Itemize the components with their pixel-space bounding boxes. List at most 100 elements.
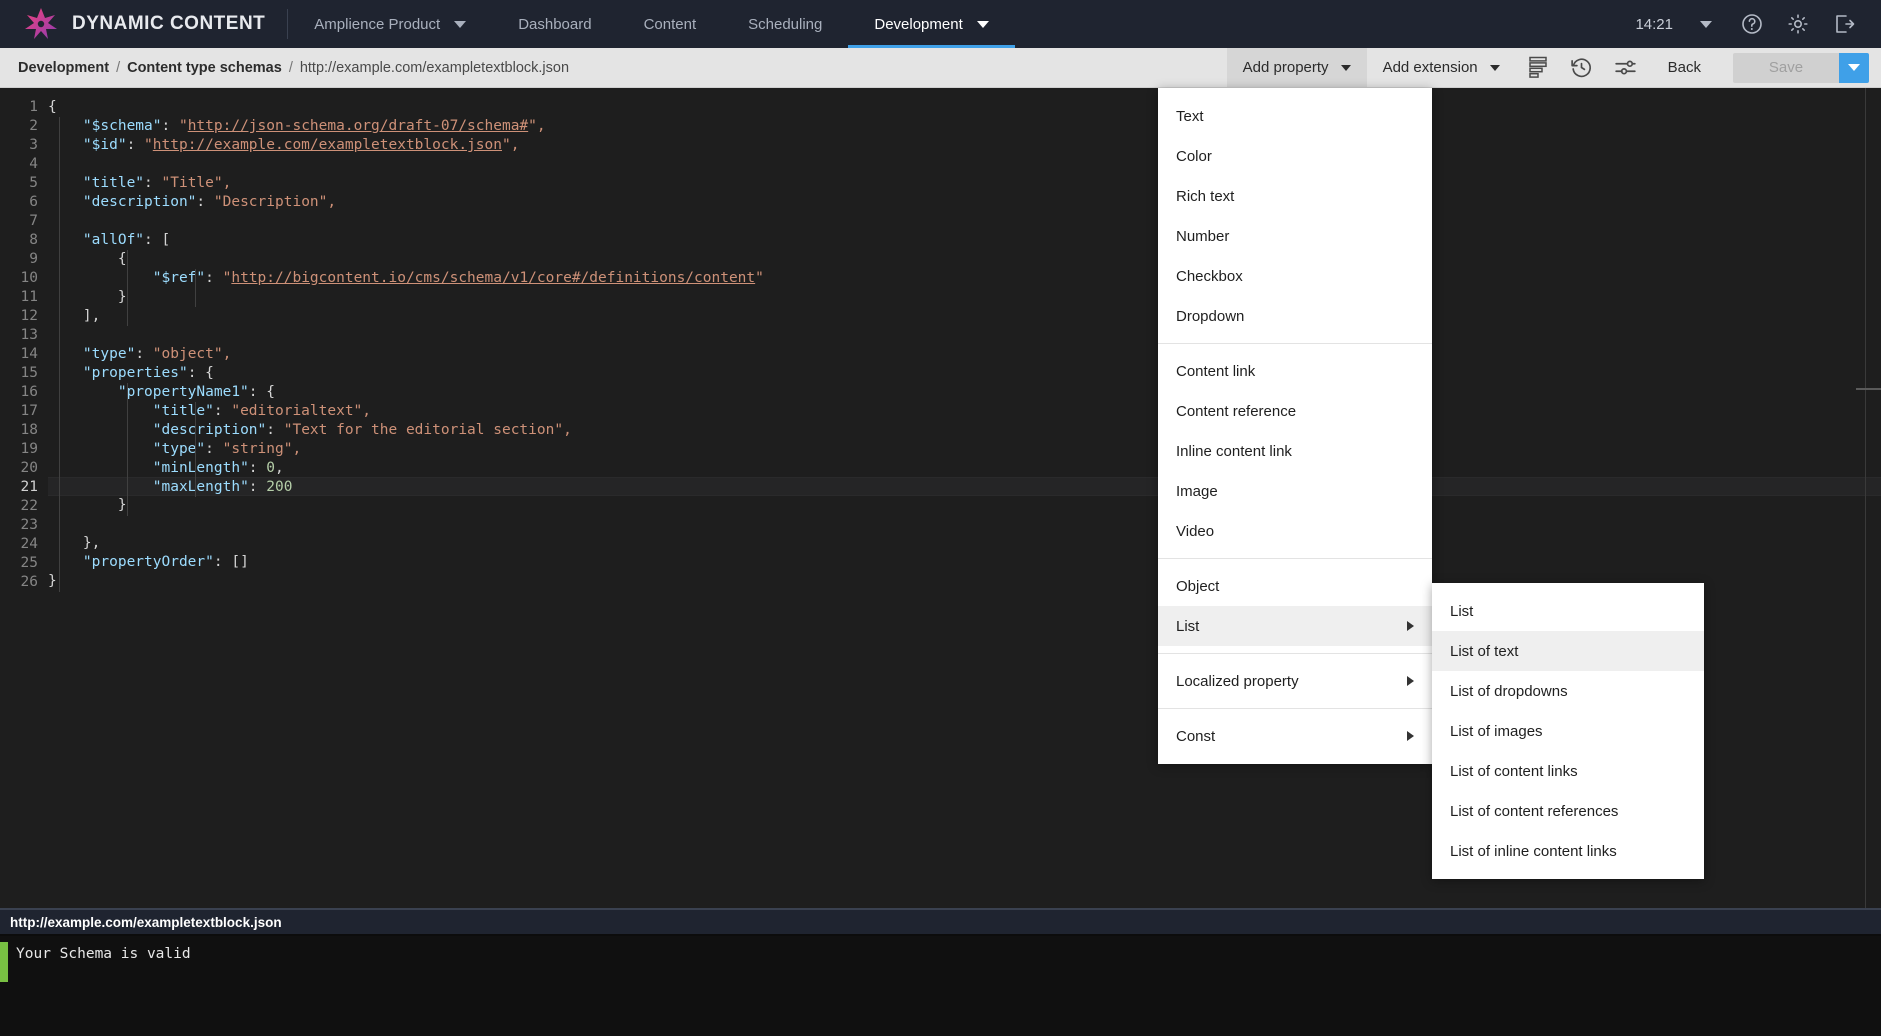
menu-item-rich-text[interactable]: Rich text [1158, 176, 1432, 216]
menu-item-checkbox[interactable]: Checkbox [1158, 256, 1432, 296]
add-property-button[interactable]: Add property [1226, 48, 1367, 87]
menu-item-text[interactable]: Text [1158, 96, 1432, 136]
help-button[interactable] [1729, 0, 1775, 48]
code-token: " [144, 137, 153, 153]
code-token: "minLength" [152, 460, 249, 476]
code-line[interactable]: ], [48, 307, 1881, 326]
editor-settings-button[interactable] [1604, 48, 1648, 87]
code-token: "$ref" [152, 270, 206, 286]
code-line[interactable]: "minLength": 0, [48, 459, 1881, 478]
settings-sliders-icon [1615, 60, 1636, 75]
code-token: : [248, 460, 267, 476]
code-token: http://example.com/exampletextblock.json [152, 137, 502, 153]
menu-item-label: Content reference [1176, 402, 1297, 420]
menu-item-localized-property[interactable]: Localized property [1158, 661, 1432, 701]
list-submenu[interactable]: List List of text List of dropdowns List of… [1432, 583, 1704, 879]
logout-button[interactable] [1821, 0, 1867, 48]
code-line[interactable]: "type": "string", [48, 440, 1881, 459]
brand: DYNAMIC CONTENT [0, 0, 287, 48]
menu-item-content-reference[interactable]: Content reference [1158, 391, 1432, 431]
code-token: " [755, 270, 764, 286]
code-line[interactable]: "$schema": "http://json-schema.org/draft… [48, 117, 1881, 136]
code-line[interactable] [48, 515, 1881, 534]
code-line[interactable]: "propertyOrder": [] [48, 553, 1881, 572]
code-line[interactable]: { [48, 250, 1881, 269]
code-line[interactable]: "properties": { [48, 364, 1881, 383]
menu-item-dropdown[interactable]: Dropdown [1158, 296, 1432, 336]
code-line[interactable] [48, 212, 1881, 231]
nav-item-development[interactable]: Development [848, 0, 1016, 48]
code-line[interactable] [48, 155, 1881, 174]
menu-item-image[interactable]: Image [1158, 471, 1432, 511]
line-number: 24 [20, 536, 38, 552]
code-line[interactable]: "title": "Title", [48, 174, 1881, 193]
code-line[interactable]: } [48, 496, 1881, 515]
nav-item-scheduling[interactable]: Scheduling [722, 0, 848, 48]
breadcrumb-item-content-type-schemas[interactable]: Content type schemas [127, 60, 282, 76]
menu-item-label: Text [1176, 107, 1204, 125]
settings-button[interactable] [1775, 0, 1821, 48]
code-line[interactable]: }, [48, 534, 1881, 553]
menu-item-number[interactable]: Number [1158, 216, 1432, 256]
format-lines-button[interactable] [1516, 48, 1560, 87]
editor-scroll-marker[interactable] [1856, 388, 1881, 390]
format-lines-icon [1528, 56, 1547, 78]
code-token: : [144, 175, 162, 191]
code-line[interactable]: "$id": "http://example.com/exampletextbl… [48, 136, 1881, 155]
line-number: 26 [20, 574, 38, 590]
add-extension-button[interactable]: Add extension [1367, 48, 1516, 87]
submenu-item-list-of-content-references[interactable]: List of content references [1432, 791, 1704, 831]
indent-guide [127, 383, 128, 516]
code-line[interactable]: "title": "editorialtext", [48, 402, 1881, 421]
menu-item-label: Object [1176, 577, 1220, 595]
code-line[interactable]: "propertyName1": { [48, 383, 1881, 402]
menu-item-content-link[interactable]: Content link [1158, 351, 1432, 391]
breadcrumb-item-development[interactable]: Development [18, 60, 109, 76]
code-token: 200 [266, 479, 293, 495]
code-line[interactable]: "description": "Description", [48, 193, 1881, 212]
menu-item-inline-content-link[interactable]: Inline content link [1158, 431, 1432, 471]
submenu-item-list-of-text[interactable]: List of text [1432, 631, 1704, 671]
menu-item-color[interactable]: Color [1158, 136, 1432, 176]
chevron-down-icon [976, 20, 989, 28]
code-line[interactable]: "$ref": "http://bigcontent.io/cms/schema… [48, 269, 1881, 288]
code-line[interactable]: { [48, 98, 1881, 117]
history-button[interactable] [1560, 48, 1604, 87]
save-dropdown-button[interactable] [1839, 52, 1869, 83]
code-line[interactable]: } [48, 288, 1881, 307]
code-line[interactable]: "description": "Text for the editorial s… [48, 421, 1881, 440]
submenu-item-list-of-dropdowns[interactable]: List of dropdowns [1432, 671, 1704, 711]
breadcrumb-separator: / [288, 59, 293, 76]
code-token: 0 [266, 460, 275, 476]
add-property-menu[interactable]: Text Color Rich text Number Checkbox Dropdown… [1158, 88, 1432, 764]
code-line[interactable]: "maxLength": 200 [48, 477, 1881, 496]
time-dropdown-button[interactable] [1683, 0, 1729, 48]
menu-item-const[interactable]: Const [1158, 716, 1432, 756]
submenu-item-list-of-content-links[interactable]: List of content links [1432, 751, 1704, 791]
submenu-item-list[interactable]: List [1432, 591, 1704, 631]
submenu-item-list-of-images[interactable]: List of images [1432, 711, 1704, 751]
nav-item-content[interactable]: Content [618, 0, 723, 48]
code-content[interactable]: 1 2 3 4 5 6 7 8 9 10 11 12 13 14 15 16 17 18 19 20 21 22 23 24 2… [0, 88, 1881, 592]
line-number: 5 [29, 175, 38, 191]
code-line[interactable]: "type": "object", [48, 345, 1881, 364]
nav-item-dashboard[interactable]: Dashboard [492, 0, 617, 48]
menu-item-list[interactable]: List [1158, 606, 1432, 646]
code-token: "propertyOrder" [82, 554, 214, 570]
code-text-area[interactable]: { "$schema": "http://json-schema.org/dra… [48, 88, 1881, 592]
menu-item-label: List of text [1450, 642, 1519, 660]
menu-item-object[interactable]: Object [1158, 566, 1432, 606]
back-button[interactable]: Back [1648, 48, 1721, 87]
nav-right-group: 14:21 [1635, 0, 1881, 48]
code-line[interactable] [48, 326, 1881, 345]
code-line[interactable]: "allOf": [ [48, 231, 1881, 250]
submenu-item-list-of-inline-content-links[interactable]: List of inline content links [1432, 831, 1704, 871]
menu-item-video[interactable]: Video [1158, 511, 1432, 551]
product-selector[interactable]: Amplience Product [288, 0, 492, 48]
menu-item-label: Dropdown [1176, 307, 1245, 325]
menu-item-label: List of dropdowns [1450, 682, 1568, 700]
